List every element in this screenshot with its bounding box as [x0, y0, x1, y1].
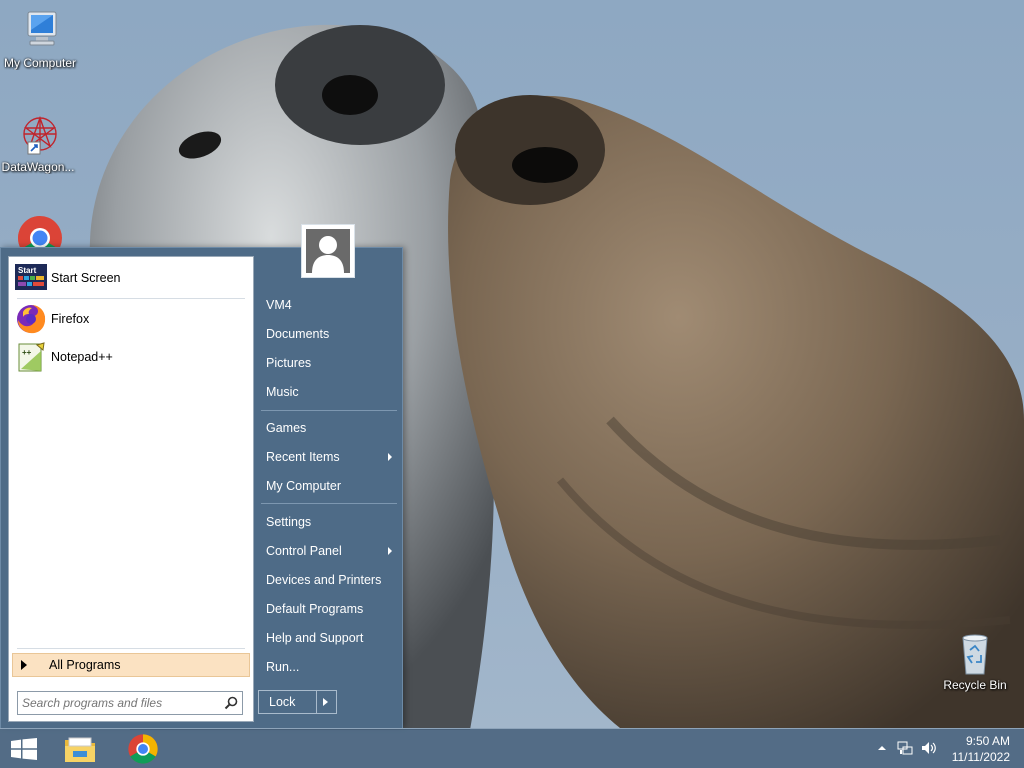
program-label: Notepad++ [51, 350, 113, 364]
menu-item-label: My Computer [266, 479, 342, 493]
start-menu: Start Start Screen Firefox ++ Notepad++ … [0, 224, 403, 728]
separator [261, 410, 397, 411]
program-firefox[interactable]: Firefox [15, 302, 249, 336]
recycle-bin-icon [951, 630, 999, 676]
taskbar: 9:50 AM 11/11/2022 [0, 728, 1024, 768]
menu-item-my-computer[interactable]: My Computer [259, 473, 397, 499]
start-button[interactable] [2, 731, 44, 767]
expand-arrow-icon [21, 660, 27, 670]
notepadpp-icon: ++ [15, 341, 47, 373]
button-divider [316, 691, 317, 713]
all-programs-button[interactable]: All Programs [12, 653, 250, 677]
search-icon[interactable] [224, 696, 238, 710]
menu-item-label: Recent Items [266, 450, 340, 464]
menu-item-label: Run... [266, 660, 300, 674]
desktop-icon-recycle-bin[interactable]: Recycle Bin [935, 630, 1015, 692]
network-icon[interactable] [897, 740, 913, 756]
file-explorer-icon [64, 735, 96, 766]
search-programs-field[interactable] [17, 691, 243, 715]
lock-button[interactable]: Lock [258, 690, 337, 714]
desktop-icon-label: Recycle Bin [943, 678, 1007, 692]
menu-item-games[interactable]: Games [259, 415, 397, 441]
taskbar-chrome[interactable] [122, 731, 164, 767]
show-hidden-icons-icon[interactable] [874, 740, 890, 756]
chrome-icon [127, 733, 159, 768]
menu-item-control-panel[interactable]: Control Panel [259, 538, 397, 564]
program-notepadpp[interactable]: ++ Notepad++ [15, 340, 249, 374]
menu-item-label: Documents [266, 327, 330, 341]
menu-item-recent-items[interactable]: Recent Items [259, 444, 397, 470]
firefox-icon [15, 303, 47, 335]
clock-date: 11/11/2022 [951, 750, 1010, 764]
program-label: Start Screen [51, 271, 121, 285]
menu-item-label: Pictures [266, 356, 312, 370]
menu-item-label: Control Panel [266, 544, 342, 558]
menu-item-label: Settings [266, 515, 312, 529]
svg-text:Start: Start [18, 266, 37, 275]
menu-item-default-programs[interactable]: Default Programs [259, 596, 397, 622]
menu-item-help-and-support[interactable]: Help and Support [259, 625, 397, 651]
power-options-arrow-icon[interactable] [323, 698, 328, 706]
menu-item-pictures[interactable]: Pictures [259, 350, 397, 376]
menu-item-vm4[interactable]: VM4 [259, 292, 397, 318]
separator [17, 298, 245, 299]
clock-time: 9:50 AM [965, 734, 1010, 748]
menu-item-run[interactable]: Run... [259, 654, 397, 680]
user-avatar-icon [306, 229, 350, 273]
menu-item-documents[interactable]: Documents [259, 321, 397, 347]
taskbar-file-explorer[interactable] [59, 731, 101, 767]
menu-item-label: VM4 [266, 298, 292, 312]
desktop-icon-label: My Computer [3, 56, 77, 70]
menu-item-settings[interactable]: Settings [259, 509, 397, 535]
menu-item-devices-and-printers[interactable]: Devices and Printers [259, 567, 397, 593]
lock-label: Lock [269, 695, 296, 709]
menu-item-label: Devices and Printers [266, 573, 382, 587]
volume-icon[interactable] [921, 740, 937, 756]
svg-text:++: ++ [22, 348, 32, 357]
menu-item-label: Games [266, 421, 307, 435]
windows-start-icon [11, 738, 37, 763]
desktop-icon-label: DataWagon... [1, 160, 75, 174]
menu-item-label: Default Programs [266, 602, 364, 616]
system-clock[interactable]: 9:50 AM 11/11/2022 [940, 733, 1010, 765]
desktop-icon-datawagon[interactable]: DataWagon... [0, 112, 78, 174]
menu-item-label: Help and Support [266, 631, 364, 645]
computer-icon [16, 8, 64, 54]
all-programs-label: All Programs [49, 658, 121, 672]
menu-item-label: Music [266, 385, 299, 399]
separator [17, 648, 245, 649]
menu-item-music[interactable]: Music [259, 379, 397, 405]
submenu-arrow-icon [388, 547, 392, 555]
search-input[interactable] [22, 694, 218, 712]
submenu-arrow-icon [388, 453, 392, 461]
start-screen-icon: Start [15, 262, 47, 294]
datawagon-icon [14, 112, 62, 158]
user-tile[interactable] [301, 224, 355, 278]
program-label: Firefox [51, 312, 90, 326]
separator [261, 503, 397, 504]
desktop-icon-my-computer[interactable]: My Computer [0, 8, 80, 70]
program-start-screen[interactable]: Start Start Screen [15, 261, 249, 295]
start-menu-programs-pane: Start Start Screen Firefox ++ Notepad++ … [8, 256, 254, 722]
